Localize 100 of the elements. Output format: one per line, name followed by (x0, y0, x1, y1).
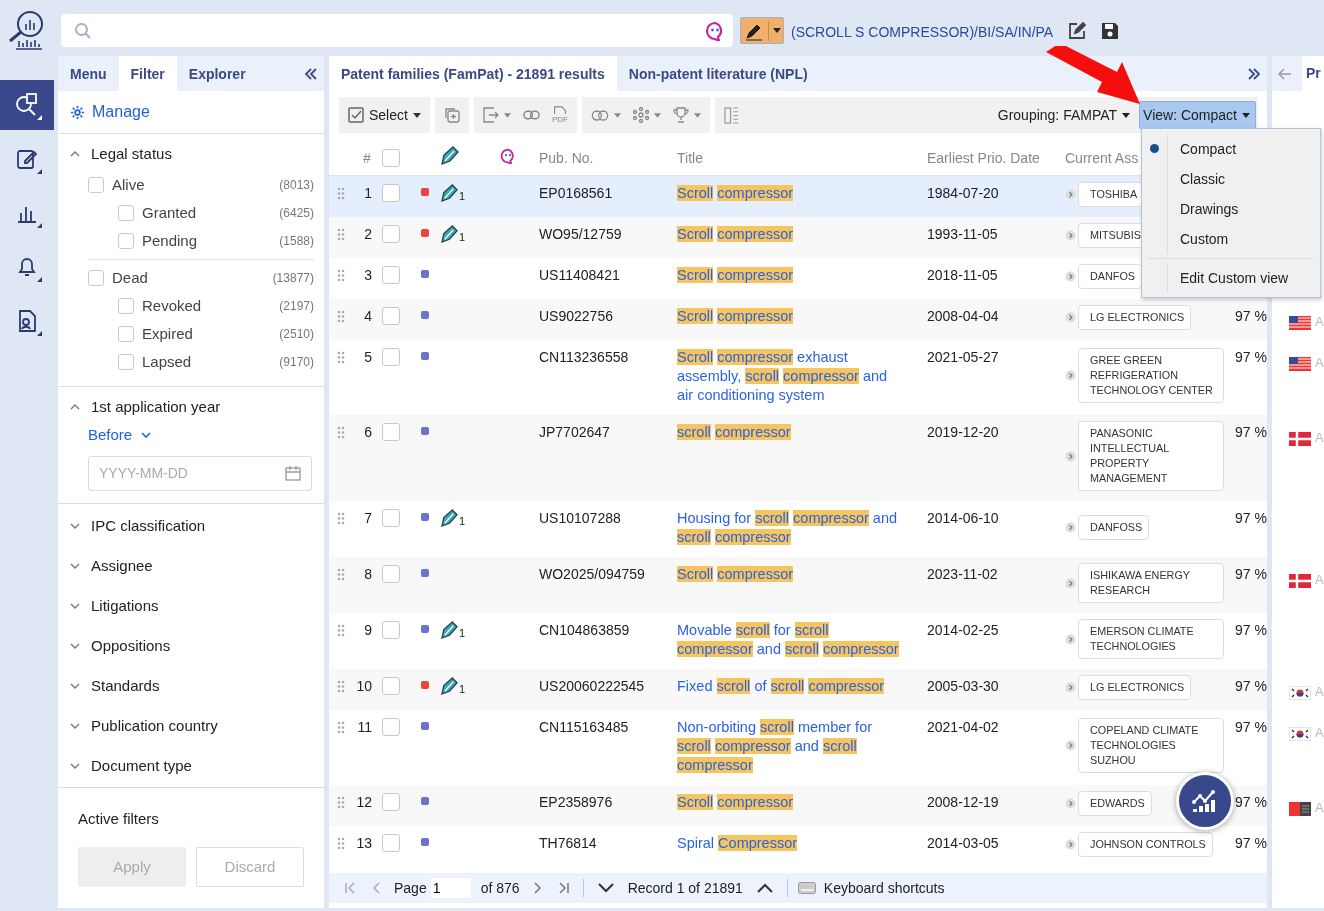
drag-handle-icon[interactable] (337, 310, 345, 323)
drag-handle-icon[interactable] (337, 269, 345, 282)
row-checkbox[interactable] (382, 621, 400, 639)
section-header[interactable]: Document type (58, 745, 324, 786)
drag-handle-icon[interactable] (337, 680, 345, 693)
section-header[interactable]: Standards (58, 665, 324, 706)
keyboard-shortcuts-link[interactable]: Keyboard shortcuts (823, 880, 945, 896)
menu-item[interactable]: Classic (1142, 164, 1320, 194)
row-checkbox[interactable] (382, 718, 400, 736)
checkbox[interactable] (118, 297, 134, 314)
annotation-pen-icon[interactable] (440, 509, 459, 528)
assignee-tag[interactable]: LG ELECTRONICS (1078, 675, 1192, 700)
panel-tab[interactable]: Menu (58, 56, 119, 91)
drag-handle-icon[interactable] (337, 568, 345, 581)
row-checkbox[interactable] (382, 834, 400, 852)
filter-option[interactable]: Alive (8013) (58, 170, 324, 199)
section-header[interactable]: Publication country (58, 705, 324, 746)
assignee-tag[interactable]: EDWARDS (1078, 791, 1152, 816)
row-checkbox[interactable] (382, 423, 400, 441)
section-header[interactable]: Legal status (58, 141, 324, 166)
row-checkbox[interactable] (382, 184, 400, 202)
drag-handle-icon[interactable] (337, 837, 345, 850)
annotation-pen-icon[interactable] (440, 184, 459, 203)
checkbox[interactable] (118, 232, 134, 249)
grouping-dropdown[interactable]: Grouping: FAMPAT (994, 100, 1134, 130)
row-checkbox[interactable] (382, 266, 400, 284)
section-header[interactable]: Litigations (58, 585, 324, 626)
highlighter-button[interactable] (740, 17, 784, 44)
annotation-pen-icon[interactable] (440, 677, 459, 696)
annotation-pen-icon[interactable] (440, 621, 459, 640)
caret-icon (653, 112, 661, 118)
results-tab[interactable]: Non-patent literature (NPL) (616, 56, 820, 91)
panel-tab[interactable]: Pr (1302, 56, 1324, 91)
assignee-tag[interactable]: DANFOS (1078, 264, 1142, 289)
menu-item[interactable]: Edit Custom view (1142, 263, 1320, 293)
sidebar-item[interactable] (0, 80, 54, 130)
page-field[interactable]: 1 (430, 878, 471, 898)
section-header[interactable]: 1st application year (58, 394, 324, 419)
section-header[interactable]: Oppositions (58, 625, 324, 666)
section-header[interactable]: Assignee (58, 545, 324, 586)
row-checkbox[interactable] (382, 225, 400, 243)
save-icon[interactable] (1101, 22, 1120, 40)
checkbox[interactable] (118, 204, 134, 221)
select-all-checkbox[interactable] (382, 148, 400, 167)
drag-handle-icon[interactable] (337, 624, 345, 637)
drag-handle-icon[interactable] (337, 351, 345, 364)
title-link[interactable]: Scroll compressor exhaust assembly, scroll compressor and air conditioning system (677, 348, 899, 405)
filter-option[interactable]: Dead (13877) (58, 263, 324, 292)
row-checkbox[interactable] (382, 793, 400, 811)
assignee-tag[interactable]: GREE GREEN REFRIGERATION TECHNOLOGY CENTER (1078, 348, 1224, 403)
row-checkbox[interactable] (382, 677, 400, 695)
filter-option[interactable]: Lapsed (9170) (58, 347, 324, 376)
title-link[interactable]: Spiral Compressor (677, 834, 899, 853)
section-header[interactable]: IPC classification (58, 505, 324, 546)
drag-handle-icon[interactable] (337, 796, 345, 809)
assignee-tag[interactable]: ISHIKAWA ENERGY RESEARCH (1078, 563, 1224, 603)
menu-item[interactable]: Drawings (1142, 194, 1320, 224)
row-checkbox[interactable] (382, 348, 400, 366)
view-dropdown[interactable]: View: Compact (1139, 101, 1256, 129)
row-checkbox[interactable] (382, 565, 400, 583)
checkbox[interactable] (118, 325, 134, 342)
results-tab[interactable]: Patent families (FamPat) - 21891 results (329, 56, 617, 91)
drag-handle-icon[interactable] (337, 228, 345, 241)
back-arrow-icon[interactable] (1278, 67, 1292, 80)
assignee-tag[interactable]: LG ELECTRONICS (1078, 305, 1192, 330)
select-button[interactable]: Select (345, 100, 424, 130)
filter-option[interactable]: Expired (2510) (58, 319, 324, 348)
checkbox[interactable] (88, 176, 104, 193)
date-field[interactable]: YYYY-MM-DD (88, 455, 312, 491)
assignee-tag[interactable]: COPELAND CLIMATE TECHNOLOGIES SUZHOU (1078, 718, 1224, 773)
title-link[interactable]: Non-orbiting scroll member for scroll compressor and scroll compressor (677, 718, 899, 775)
drag-handle-icon[interactable] (337, 187, 345, 200)
checkbox[interactable] (118, 353, 134, 370)
title-link[interactable]: Movable scroll for scroll compressor and scroll compressor (677, 621, 899, 659)
title-link[interactable]: Housing for scroll compressor and scroll compressor (677, 509, 899, 547)
edit-icon[interactable] (1068, 22, 1087, 40)
assignee-tag[interactable]: JOHNSON CONTROLS (1078, 832, 1213, 857)
assignee-tag[interactable]: EMERSON CLIMATE TECHNOLOGIES (1078, 619, 1224, 659)
gear-icon (70, 104, 85, 120)
checkbox[interactable] (88, 269, 104, 286)
chat-bubble-icon[interactable] (705, 20, 725, 41)
assignee-tag[interactable]: DANFOSS (1078, 514, 1150, 540)
drag-handle-icon[interactable] (337, 721, 345, 734)
search-field[interactable] (61, 14, 733, 47)
drag-handle-icon[interactable] (337, 512, 345, 525)
title-link[interactable]: Fixed scroll of scroll compressor (677, 677, 899, 696)
row-checkbox[interactable] (382, 307, 400, 325)
filter-option[interactable]: Revoked (2197) (58, 291, 324, 320)
drag-handle-icon[interactable] (337, 426, 345, 439)
filter-option[interactable]: Pending (1588) (58, 226, 324, 255)
assignee-tag[interactable]: PANASONIC INTELLECTUAL PROPERTY MANAGEMENT (1078, 421, 1224, 491)
filter-option[interactable]: Granted (6425) (58, 198, 324, 227)
panel-tab[interactable]: Filter (118, 56, 177, 91)
relevance-score: 97 % (1235, 349, 1267, 365)
manage-link[interactable]: Manage (70, 103, 150, 121)
menu-item[interactable]: Compact (1142, 134, 1320, 164)
annotation-pen-icon[interactable] (440, 225, 459, 244)
date-mode-dropdown[interactable]: Before (88, 423, 152, 446)
row-checkbox[interactable] (382, 509, 400, 527)
panel-tab[interactable]: Explorer (176, 56, 258, 91)
